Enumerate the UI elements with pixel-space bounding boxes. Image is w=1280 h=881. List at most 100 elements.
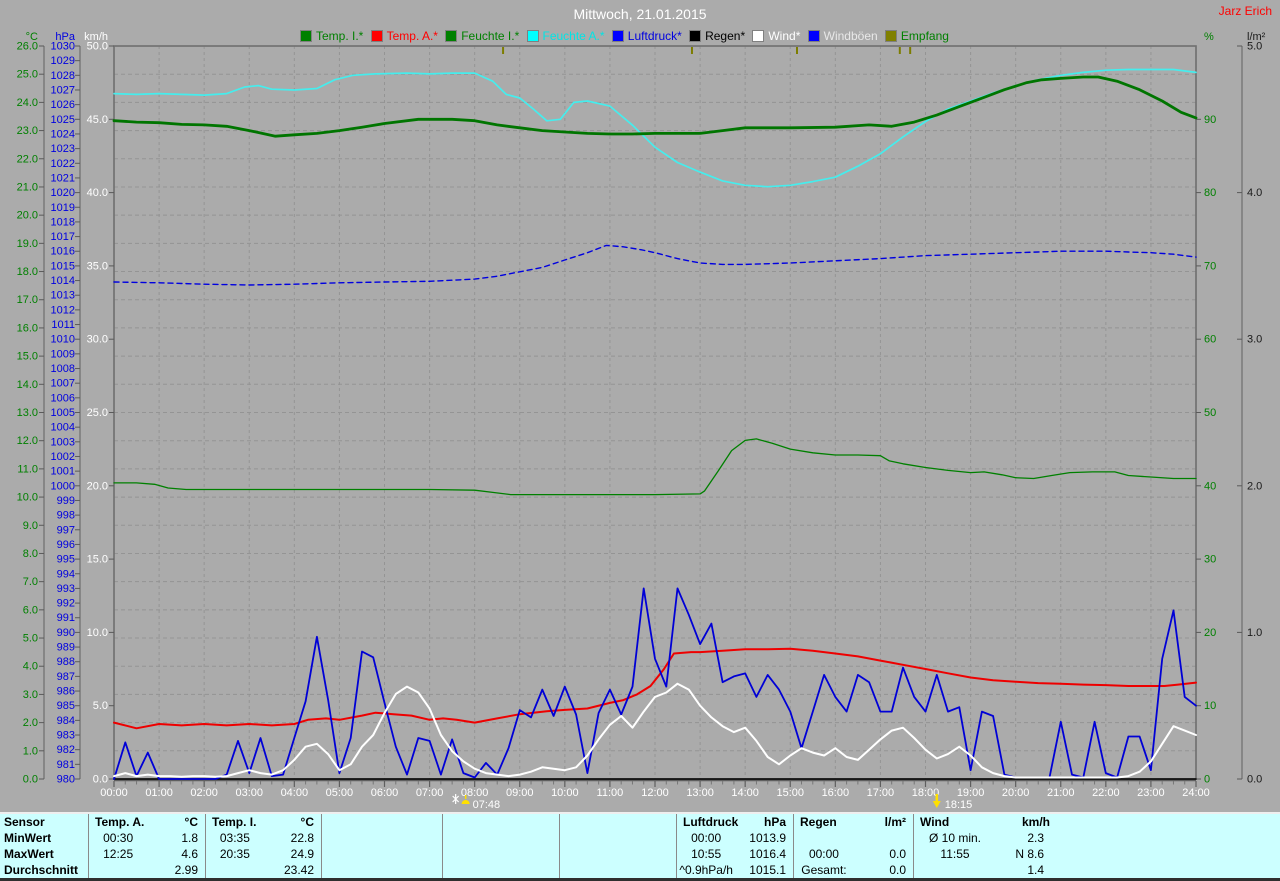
stats-value-time	[914, 862, 996, 878]
x-tick-label: 17:00	[867, 787, 895, 799]
tick-label: 70	[1204, 260, 1216, 272]
tick-label: 1008	[51, 363, 75, 375]
stats-cell-temp-a: 2.99	[88, 862, 205, 878]
tick-label: 7.0	[23, 576, 38, 588]
legend-label: Empfang	[900, 28, 949, 43]
stats-cell-temp-i: 20:35 24.9	[205, 846, 321, 862]
stats-value: °C	[184, 815, 198, 829]
x-tick-label: 21:00	[1047, 787, 1075, 799]
stats-value	[382, 846, 442, 862]
x-tick-label: 07:00	[416, 787, 444, 799]
weather-chart: °C0.01.02.03.04.05.06.07.08.09.010.011.0…	[17, 31, 1266, 811]
stats-cell-regen: Regen l/m²	[793, 814, 913, 830]
x-tick-label: 09:00	[506, 787, 534, 799]
stats-value: 2.3	[1027, 831, 1044, 845]
stats-value-time: ^0.9hPa/h	[679, 863, 733, 877]
tick-label: 5.0	[23, 633, 38, 645]
stats-value-time: 03:35	[219, 831, 250, 845]
stats-cell-luftdruck: Luftdruck hPa	[676, 814, 793, 830]
stats-row-sensor: Sensor Temp. A. °C Temp. I. °C Luftdruck hPa Re…	[0, 814, 1280, 830]
tick-label: 9.0	[23, 520, 38, 532]
stats-value-time: 20:35	[219, 847, 250, 861]
legend-item-empfang: Empfang	[884, 28, 949, 43]
tick-label: 1009	[51, 348, 75, 360]
legend-item-temp-i: Temp. I.*	[300, 29, 363, 43]
tick-label: 992	[57, 598, 75, 610]
tick-label: 984	[57, 715, 75, 727]
stats-value-time: 00:00	[808, 847, 839, 861]
tick-label: 989	[57, 642, 75, 654]
stats-cell-regen: Gesamt: 0.0	[793, 862, 913, 878]
stats-value	[501, 846, 559, 862]
x-tick-label: 04:00	[281, 787, 309, 799]
tick-label: 1023	[51, 143, 75, 155]
tick-label: 50	[1204, 407, 1216, 419]
stats-value-time	[322, 846, 382, 862]
stats-cell-empty-1	[321, 862, 442, 878]
stats-value: °C	[300, 815, 314, 829]
x-tick-label: 01:00	[145, 787, 173, 799]
axis-unit-%: %	[1204, 31, 1214, 43]
tick-label: 1013	[51, 290, 75, 302]
stats-row-label: Durchschnitt	[4, 863, 79, 877]
stats-cell-empty-2	[442, 846, 559, 862]
stats-value: 1.4	[1027, 863, 1044, 877]
stats-value-time	[443, 830, 501, 846]
x-tick-label: 20:00	[1002, 787, 1030, 799]
tick-label: 1026	[51, 99, 75, 111]
tick-label: 20	[1204, 627, 1216, 639]
tick-label: 994	[57, 568, 75, 580]
x-tick-label: 05:00	[326, 787, 354, 799]
tick-label: 15.0	[17, 351, 38, 363]
stats-cell-empty-2	[442, 862, 559, 878]
stats-cell-empty-1	[321, 846, 442, 862]
tick-label: 14.0	[17, 379, 38, 391]
legend-swatch-icon	[300, 29, 312, 42]
tick-label: 90	[1204, 114, 1216, 126]
tick-label: 982	[57, 744, 75, 756]
weather-app-window: Mittwoch, 21.01.2015 Jarz Erich Temp. I.…	[0, 0, 1280, 881]
tick-label: 0	[1204, 774, 1210, 786]
stats-value-time	[560, 846, 618, 862]
stats-value: 23.42	[283, 863, 314, 877]
legend-item-feuchte-a: Feuchte A.*	[526, 29, 605, 43]
stats-cell-empty-3	[559, 830, 676, 846]
stats-cell-luftdruck: ^0.9hPa/h 1015.1	[676, 862, 793, 878]
stats-value-time	[443, 814, 504, 830]
legend-label: Luftdruck*	[627, 28, 682, 43]
x-tick-label: 02:00	[190, 787, 218, 799]
stats-value	[501, 830, 559, 846]
stats-value-time: 00:30	[103, 831, 134, 845]
stats-cell-temp-a: Temp. A. °C	[88, 814, 205, 830]
tick-label: 999	[57, 495, 75, 507]
legend-swatch-icon	[689, 29, 702, 42]
stats-cell-regen	[793, 830, 913, 846]
tick-label: 23.0	[17, 125, 38, 137]
stats-value-time	[89, 862, 147, 878]
tick-label: 30.0	[87, 334, 108, 346]
legend-swatch-icon	[884, 29, 897, 42]
stats-value-time: Gesamt:	[801, 863, 847, 877]
sunset-time: 18:15	[945, 799, 973, 811]
stats-row-label: MinWert	[4, 831, 52, 845]
tick-label: 1.0	[23, 745, 38, 757]
tick-label: 980	[57, 774, 75, 786]
legend-item-regen: Regen*	[689, 29, 745, 43]
tick-label: 1024	[51, 128, 75, 140]
tick-label: 1028	[51, 70, 75, 82]
tick-label: 1022	[51, 158, 75, 170]
tick-label: 40	[1204, 480, 1216, 492]
tick-label: 993	[57, 583, 75, 595]
stats-cell-luftdruck: 10:55 1016.4	[676, 846, 793, 862]
tick-label: 13.0	[17, 407, 38, 419]
tick-label: 18.0	[17, 266, 38, 278]
tick-label: 24.0	[17, 97, 38, 109]
stats-value	[618, 830, 676, 846]
stats-cell-temp-a: 00:30 1.8	[88, 830, 205, 846]
stats-value: 1016.4	[749, 847, 786, 861]
tick-label: 986	[57, 686, 75, 698]
tick-label: 80	[1204, 187, 1216, 199]
tick-label: 0.0	[93, 774, 108, 786]
stats-value-time: Luftdruck	[683, 815, 739, 829]
stats-value-time: 10:55	[691, 847, 722, 861]
